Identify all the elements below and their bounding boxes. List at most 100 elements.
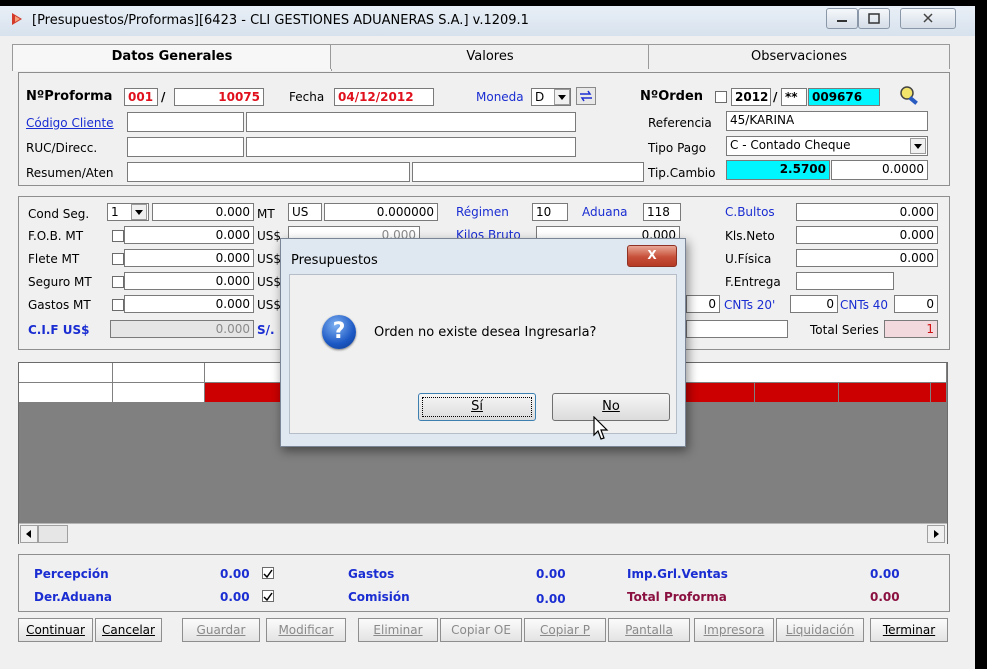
seguro-label: Seguro MT <box>28 275 92 289</box>
moneda-swap-button[interactable] <box>576 87 596 105</box>
tip-cambio-field-2[interactable]: 0.0000 <box>831 160 928 180</box>
grid-cell-selected[interactable] <box>755 383 839 403</box>
tip-cambio-label: Tip.Cambio <box>648 166 716 180</box>
flete-field[interactable]: 0.000 <box>124 249 254 267</box>
scroll-thumb[interactable] <box>38 525 68 543</box>
fecha-field[interactable]: 04/12/2012 <box>334 88 434 106</box>
tipo-pago-select[interactable]: C - Contado Cheque <box>726 136 928 156</box>
moneda-label: Moneda <box>476 90 524 104</box>
minimize-button[interactable] <box>826 8 858 29</box>
u-fisica-field[interactable]: 0.000 <box>796 249 938 267</box>
u-fisica-label: U.Física <box>725 252 772 266</box>
moneda-us-field[interactable]: US <box>288 203 322 221</box>
orden-number-field[interactable]: 009676 <box>808 88 880 106</box>
flete-checkbox[interactable] <box>112 253 124 265</box>
referencia-field[interactable]: 45/KARINA <box>726 111 928 131</box>
action-toolbar: Continuar Cancelar Guardar Modificar Eli… <box>18 618 948 644</box>
c-bultos-field[interactable]: 0.000 <box>796 203 938 221</box>
scroll-right-button[interactable] <box>927 525 945 543</box>
tab-observaciones[interactable]: Observaciones <box>648 44 950 69</box>
impresora-button[interactable]: Impresora <box>694 618 774 642</box>
cond-seg-amount-field[interactable]: 0.000 <box>152 203 254 221</box>
guardar-button[interactable]: Guardar <box>182 618 260 642</box>
fob-us-label: US$ <box>257 229 282 243</box>
cnts40-field[interactable]: 0 <box>894 295 938 313</box>
tab-valores[interactable]: Valores <box>330 44 650 69</box>
gastos-checkbox[interactable] <box>112 299 124 311</box>
kls-neto-field[interactable]: 0.000 <box>796 226 938 244</box>
tipo-pago-dropdown-button[interactable] <box>910 138 926 154</box>
modificar-button[interactable]: Modificar <box>266 618 346 642</box>
cnt-field[interactable]: 0 <box>686 295 720 313</box>
dialog-message: Orden no existe desea Ingresarla? <box>374 325 597 340</box>
seguro-checkbox[interactable] <box>112 276 124 288</box>
cancelar-button[interactable]: Cancelar <box>95 618 162 642</box>
copiar-oe-button[interactable]: Copiar OE <box>440 618 522 642</box>
proforma-numero-field[interactable]: 10075 <box>174 88 264 106</box>
regimen-field[interactable]: 10 <box>532 203 568 221</box>
pantalla-button[interactable]: Pantalla <box>608 618 690 642</box>
dialog-close-button[interactable]: X <box>627 245 677 267</box>
continuar-button[interactable]: Continuar <box>18 618 93 642</box>
resumen-field[interactable] <box>127 162 410 182</box>
nombre-cliente-field[interactable] <box>246 112 576 132</box>
aduana-label: Aduana <box>582 205 628 219</box>
der-aduana-checkbox[interactable] <box>262 590 274 602</box>
comision-label: Comisión <box>348 590 410 604</box>
terminar-button[interactable]: Terminar <box>870 618 948 642</box>
yes-button[interactable]: Sí <box>418 393 536 421</box>
proforma-serie-field[interactable]: 001 <box>124 88 158 106</box>
focus-ring <box>422 397 532 417</box>
tab-datos-generales[interactable]: Datos Generales <box>12 44 332 71</box>
chevron-down-icon <box>135 210 143 215</box>
gastos-field[interactable]: 0.000 <box>124 295 254 313</box>
rate-field[interactable]: 0.000000 <box>324 203 438 221</box>
cif-field[interactable]: 0.000 <box>110 320 254 338</box>
cond-seg-dropdown-button[interactable] <box>131 204 147 220</box>
imp-grl-value: 0.00 <box>870 567 900 581</box>
orden-slash: / <box>773 90 778 104</box>
scroll-left-button[interactable] <box>20 525 38 543</box>
fob-field[interactable]: 0.000 <box>124 226 254 244</box>
maximize-button[interactable] <box>858 8 890 29</box>
tip-cambio-field[interactable]: 2.5700 <box>726 160 830 180</box>
f-entrega-field[interactable] <box>796 272 894 290</box>
fob-checkbox[interactable] <box>112 230 124 242</box>
copiar-p-button[interactable]: Copiar P <box>524 618 606 642</box>
nro-orden-checkbox[interactable] <box>715 91 727 103</box>
total-proforma-label: Total Proforma <box>627 590 727 604</box>
soles-field[interactable] <box>686 320 788 338</box>
seguro-field[interactable]: 0.000 <box>124 272 254 290</box>
gastos-us-label: US$ <box>257 298 282 312</box>
codigo-cliente-field[interactable] <box>127 112 244 132</box>
cond-seg-value: 1 <box>111 205 119 219</box>
grid-header-cell <box>113 363 205 383</box>
close-icon <box>923 13 933 23</box>
aduana-field[interactable]: 118 <box>643 203 681 221</box>
orden-year-field[interactable]: 2012 <box>731 88 771 106</box>
direccion-field[interactable] <box>246 137 576 157</box>
grid-cell[interactable] <box>19 383 113 403</box>
app-icon <box>12 13 22 25</box>
eliminar-button[interactable]: Eliminar <box>358 618 438 642</box>
close-button[interactable] <box>900 8 956 29</box>
grid-horizontal-scrollbar[interactable] <box>19 523 947 544</box>
liquidacion-button[interactable]: Liquidación <box>776 618 864 642</box>
cnts20-label: CNTs 20' <box>724 298 776 312</box>
der-aduana-label: Der.Aduana <box>34 590 113 604</box>
codigo-cliente-link[interactable]: Código Cliente <box>26 115 114 131</box>
moneda-dropdown-button[interactable] <box>554 89 570 105</box>
grid-cell[interactable] <box>113 383 205 403</box>
grid-cell-selected[interactable] <box>839 383 931 403</box>
no-button-label: No <box>602 399 620 414</box>
minimize-icon <box>837 20 847 22</box>
orden-mid-field[interactable]: ** <box>781 88 807 106</box>
grid-cell-selected[interactable] <box>931 383 947 403</box>
percepcion-checkbox[interactable] <box>262 567 274 579</box>
ruc-field[interactable] <box>127 137 244 157</box>
proforma-slash: / <box>161 90 166 104</box>
checkmark-icon <box>263 569 273 579</box>
atencion-field[interactable] <box>412 162 644 182</box>
search-orden-icon[interactable] <box>898 84 922 106</box>
cnts20-field[interactable]: 0 <box>790 295 838 313</box>
